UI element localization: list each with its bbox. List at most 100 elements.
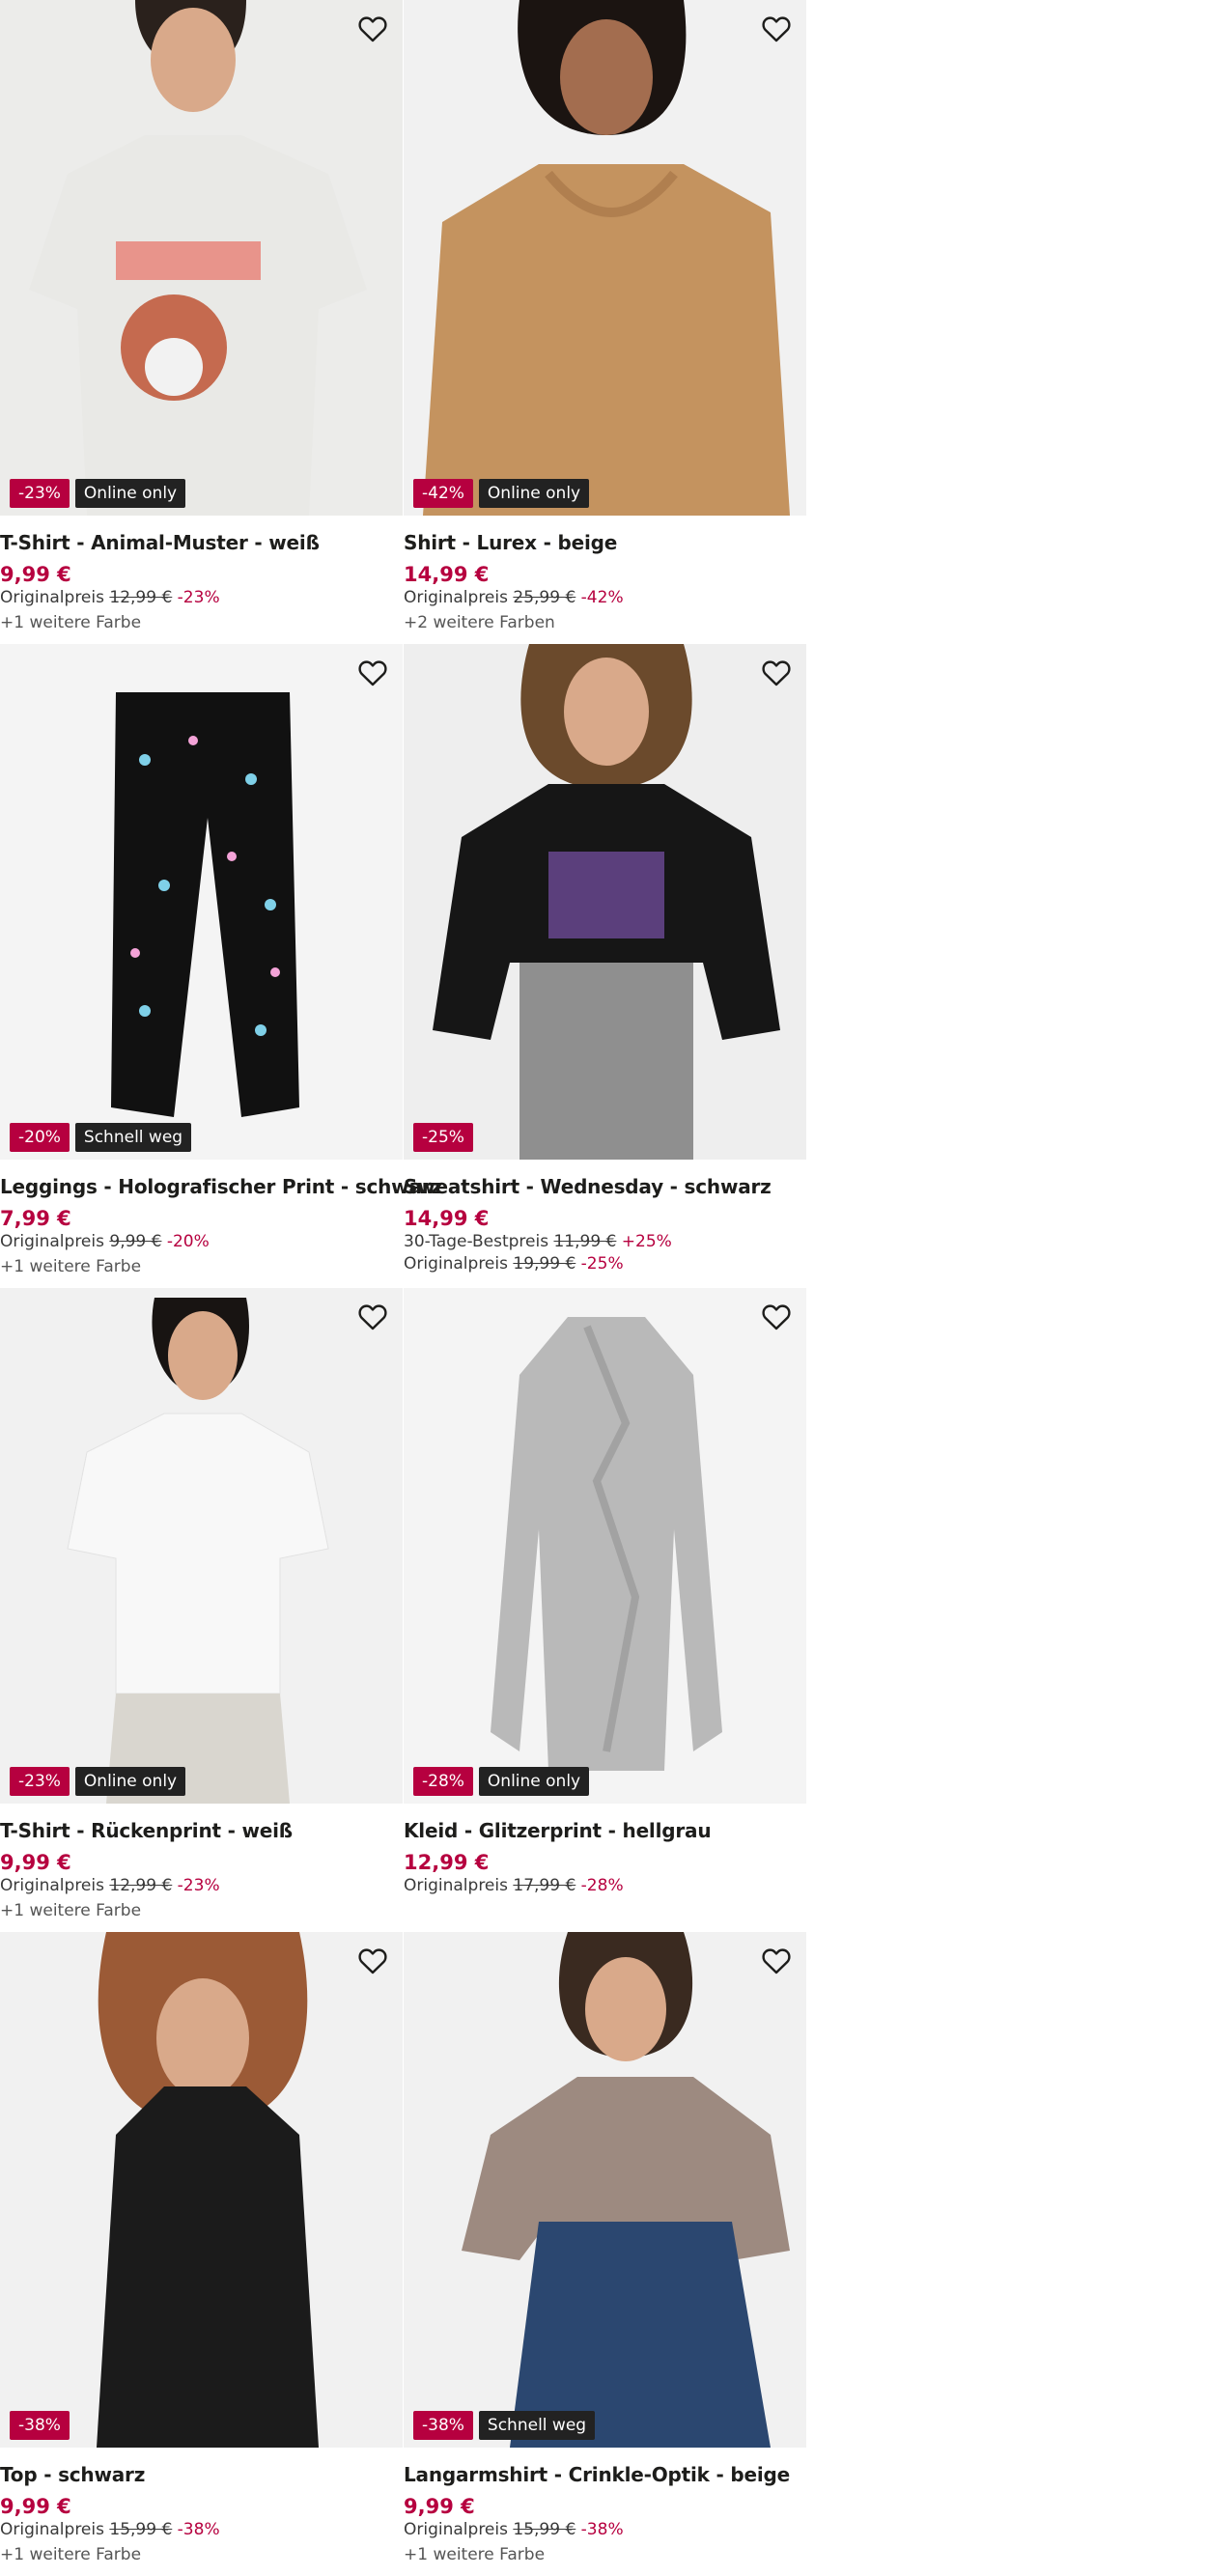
price-reference-label: Originalpreis [404, 1876, 508, 1895]
badge-group: -23% Online only [10, 1767, 186, 1796]
discount-badge: -20% [10, 1123, 70, 1152]
price-reference: Originalpreis 17,99 € -28% [404, 1875, 806, 1897]
badge-group: -28% Online only [413, 1767, 590, 1796]
price-change-percent: -25% [580, 1254, 624, 1274]
heart-outline-icon [356, 1947, 389, 1980]
price-change-percent: -20% [166, 1232, 210, 1251]
wishlist-button[interactable] [354, 1944, 391, 1980]
sale-price: 9,99 € [0, 2495, 71, 2518]
product-name[interactable]: Leggings - Holografischer Print - schwar… [0, 1173, 442, 1200]
wishlist-button[interactable] [758, 1300, 795, 1336]
price-reference: Originalpreis 12,99 € -23% [0, 587, 403, 609]
more-colors-link[interactable]: +1 weitere Farbe [404, 2543, 806, 2567]
price-reference-label: Originalpreis [404, 2520, 508, 2539]
product-info: Sweatshirt - Wednesday - schwarz 14,99 €… [404, 1160, 806, 1275]
product-info: T-Shirt - Rückenprint - weiß 9,99 € Orig… [0, 1804, 403, 1923]
price-reference-label: 30-Tage-Bestpreis [404, 1232, 549, 1251]
badge-group: -42% Online only [413, 479, 590, 508]
product-name[interactable]: T-Shirt - Animal-Muster - weiß [0, 529, 403, 556]
product-name[interactable]: Kleid - Glitzerprint - hellgrau [404, 1817, 806, 1844]
badge-group: -20% Schnell weg [10, 1123, 192, 1152]
wishlist-button[interactable] [758, 12, 795, 48]
sale-price: 14,99 € [404, 563, 490, 586]
old-price: 12,99 € [109, 588, 173, 607]
product-name[interactable]: Top - schwarz [0, 2461, 403, 2488]
price-reference-label: Originalpreis [404, 588, 508, 607]
product-card[interactable]: -20% Schnell weg Leggings - Holografische… [0, 644, 442, 1288]
price-reference-label: Originalpreis [0, 1232, 104, 1251]
wishlist-button[interactable] [354, 656, 391, 692]
sale-price: 14,99 € [404, 1207, 490, 1230]
old-price: 12,99 € [109, 1876, 173, 1895]
price-reference: Originalpreis 9,99 € -20% [0, 1231, 403, 1253]
more-colors-link[interactable]: +1 weitere Farbe [0, 1899, 403, 1923]
more-colors-link[interactable]: +1 weitere Farbe [0, 611, 403, 635]
more-colors-link[interactable]: +1 weitere Farbe [0, 1255, 403, 1279]
price-reference: Originalpreis 25,99 € -42% [404, 587, 806, 609]
discount-badge: -38% [10, 2411, 70, 2440]
product-card[interactable]: -23% Online only T-Shirt - Rückenprint - … [0, 1288, 403, 1932]
info-badge: Online only [74, 479, 186, 508]
product-card[interactable]: -25% Sweatshirt - Wednesday - schwarz 14… [404, 644, 806, 1288]
product-info: Leggings - Holografischer Print - schwar… [0, 1160, 442, 1279]
old-price: 15,99 € [109, 2520, 173, 2539]
price-reference: Originalpreis 19,99 € -25% [404, 1253, 806, 1275]
product-name[interactable]: Shirt - Lurex - beige [404, 529, 806, 556]
product-card[interactable]: -42% Online only Shirt - Lurex - beige 14… [404, 0, 806, 644]
badge-group: -38% Schnell weg [413, 2411, 596, 2440]
info-badge: Schnell weg [478, 2411, 596, 2440]
product-name[interactable]: Langarmshirt - Crinkle-Optik - beige [404, 2461, 806, 2488]
product-image[interactable]: -38% Schnell weg [404, 1932, 806, 2448]
discount-badge: -42% [413, 479, 473, 508]
old-price: 9,99 € [109, 1232, 162, 1251]
badge-group: -25% [413, 1123, 473, 1152]
product-info: Langarmshirt - Crinkle-Optik - beige 9,9… [404, 2448, 806, 2567]
discount-badge: -23% [10, 479, 70, 508]
wishlist-button[interactable] [758, 656, 795, 692]
heart-outline-icon [760, 1303, 793, 1336]
sale-price: 9,99 € [0, 1851, 71, 1874]
product-image[interactable]: -42% Online only [404, 0, 806, 516]
info-badge: Schnell weg [74, 1123, 192, 1152]
product-card[interactable]: -38% Schnell weg Langarmshirt - Crinkle-O… [404, 1932, 806, 2576]
heart-outline-icon [356, 1303, 389, 1336]
more-colors-link[interactable]: +1 weitere Farbe [0, 2543, 403, 2567]
product-image[interactable]: -25% [404, 644, 806, 1160]
info-badge: Online only [478, 1767, 590, 1796]
product-info: Kleid - Glitzerprint - hellgrau 12,99 € … [404, 1804, 806, 1897]
heart-outline-icon [760, 1947, 793, 1980]
heart-outline-icon [356, 659, 389, 692]
product-image[interactable]: -28% Online only [404, 1288, 806, 1804]
product-image[interactable]: -23% Online only [0, 0, 403, 516]
more-colors-link[interactable]: +2 weitere Farben [404, 611, 806, 635]
sale-price: 12,99 € [404, 1851, 490, 1874]
discount-badge: -23% [10, 1767, 70, 1796]
heart-outline-icon [760, 659, 793, 692]
price-reference-label: Originalpreis [0, 2520, 104, 2539]
old-price: 17,99 € [513, 1876, 576, 1895]
sale-price: 7,99 € [0, 1207, 71, 1230]
wishlist-button[interactable] [354, 12, 391, 48]
product-image[interactable]: -23% Online only [0, 1288, 403, 1804]
product-name[interactable]: T-Shirt - Rückenprint - weiß [0, 1817, 403, 1844]
wishlist-button[interactable] [354, 1300, 391, 1336]
old-price: 11,99 € [553, 1232, 617, 1251]
badge-group: -23% Online only [10, 479, 186, 508]
product-card[interactable]: -23% Online only T-Shirt - Animal-Muster … [0, 0, 403, 644]
product-image[interactable]: -38% [0, 1932, 403, 2448]
price-change-percent: -28% [580, 1876, 624, 1895]
product-image[interactable]: -20% Schnell weg [0, 644, 403, 1160]
heart-outline-icon [356, 15, 389, 48]
product-name[interactable]: Sweatshirt - Wednesday - schwarz [404, 1173, 806, 1200]
price-change-percent: -42% [580, 588, 624, 607]
product-card[interactable]: -38% Top - schwarz 9,99 € Originalpreis … [0, 1932, 403, 2576]
info-badge: Online only [478, 479, 590, 508]
price-reference-label: Originalpreis [0, 588, 104, 607]
price-change-percent: -38% [580, 2520, 624, 2539]
price-change-percent: -23% [177, 588, 220, 607]
discount-badge: -25% [413, 1123, 473, 1152]
product-info: Shirt - Lurex - beige 14,99 € Originalpr… [404, 516, 806, 635]
wishlist-button[interactable] [758, 1944, 795, 1980]
product-card[interactable]: -28% Online only Kleid - Glitzerprint - h… [404, 1288, 806, 1932]
price-reference: 30-Tage-Bestpreis 11,99 € +25% [404, 1231, 806, 1253]
